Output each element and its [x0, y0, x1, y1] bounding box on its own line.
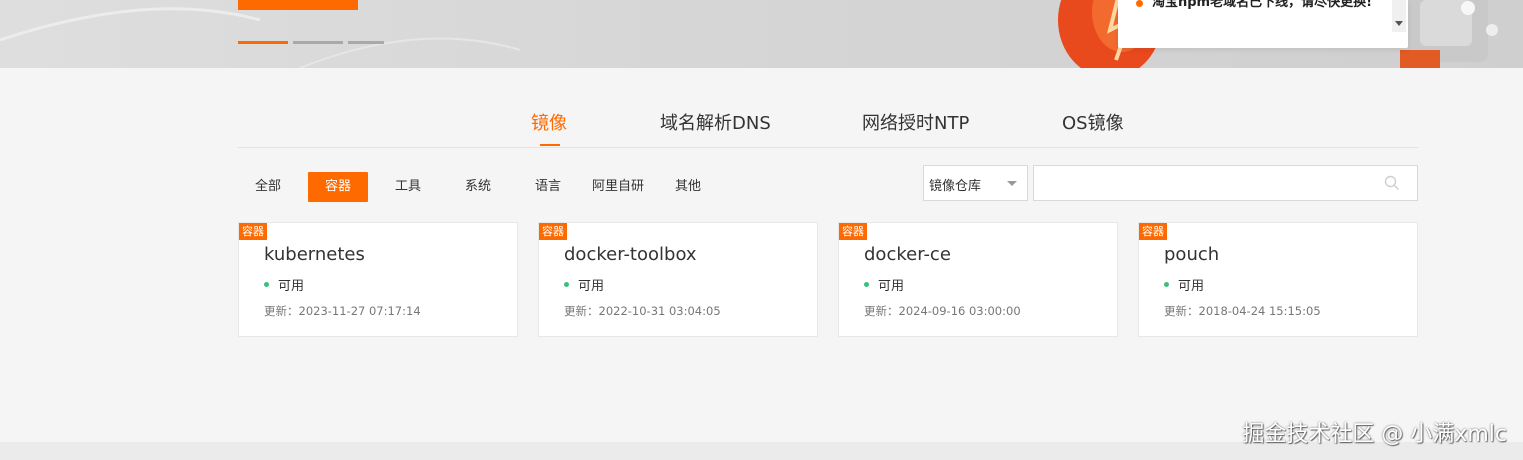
- card-title[interactable]: docker-toolbox: [564, 244, 697, 265]
- updated-time: 更新：2023-11-27 07:17:14: [264, 304, 421, 318]
- status-dot-icon: [1164, 282, 1169, 287]
- status-text: 可用: [578, 279, 605, 294]
- filter-system[interactable]: 系统: [458, 172, 498, 202]
- banner-cta-button[interactable]: [238, 0, 358, 10]
- notice-panel: 淘宝npm老域名已下线，请尽快更换!: [1118, 0, 1408, 48]
- search-input[interactable]: [1034, 166, 1374, 200]
- mirror-card-docker-toolbox[interactable]: 容器 docker-toolbox 可用 更新：2022-10-31 03:04…: [538, 222, 818, 337]
- status-badge: 可用: [264, 275, 304, 294]
- notice-bullet-icon: [1136, 0, 1143, 7]
- chevron-down-icon: [1007, 181, 1017, 186]
- status-dot-icon: [264, 282, 269, 287]
- carousel-indicators: [238, 41, 384, 44]
- status-badge: 可用: [1164, 275, 1204, 294]
- status-text: 可用: [878, 279, 905, 294]
- mirror-card-docker-ce[interactable]: 容器 docker-ce 可用 更新：2024-09-16 03:00:00: [838, 222, 1118, 337]
- card-title[interactable]: docker-ce: [864, 244, 951, 265]
- filter-tools[interactable]: 工具: [388, 172, 428, 202]
- category-tag: 容器: [239, 223, 267, 240]
- tab-ntp[interactable]: 网络授时NTP: [862, 109, 969, 135]
- carousel-dot-1[interactable]: [238, 41, 288, 44]
- tab-mirror[interactable]: 镜像: [531, 109, 567, 135]
- status-badge: 可用: [564, 275, 604, 294]
- updated-time: 更新：2022-10-31 03:04:05: [564, 304, 721, 318]
- robot-illustration: [1400, 0, 1498, 68]
- mirror-card-kubernetes[interactable]: 容器 kubernetes 可用 更新：2023-11-27 07:17:14: [238, 222, 518, 337]
- carousel-dot-2[interactable]: [293, 41, 343, 44]
- category-tag: 容器: [1139, 223, 1167, 240]
- updated-time: 更新：2018-04-24 15:15:05: [1164, 304, 1321, 318]
- filter-language[interactable]: 语言: [528, 172, 568, 202]
- tab-os-mirror[interactable]: OS镜像: [1062, 109, 1124, 135]
- search-box: [1033, 165, 1418, 201]
- scroll-down-arrow-icon[interactable]: [1395, 21, 1403, 26]
- watermark: 掘金技术社区 @ 小满xmlc: [1242, 422, 1507, 447]
- category-tag: 容器: [839, 223, 867, 240]
- notice-text[interactable]: 淘宝npm老域名已下线，请尽快更换!: [1152, 0, 1382, 14]
- status-dot-icon: [564, 282, 569, 287]
- card-title[interactable]: pouch: [1164, 244, 1219, 265]
- category-tag: 容器: [539, 223, 567, 240]
- mirror-card-pouch[interactable]: 容器 pouch 可用 更新：2018-04-24 15:15:05: [1138, 222, 1418, 337]
- tab-dns[interactable]: 域名解析DNS: [660, 109, 771, 135]
- carousel-dot-3[interactable]: [348, 41, 384, 44]
- select-value: 镜像仓库: [929, 179, 982, 194]
- category-tabs: 镜像 域名解析DNS 网络授时NTP OS镜像: [238, 100, 1418, 148]
- updated-time: 更新：2024-09-16 03:00:00: [864, 304, 1021, 318]
- filter-alibaba[interactable]: 阿里自研: [586, 172, 650, 202]
- filter-other[interactable]: 其他: [668, 172, 708, 202]
- card-title[interactable]: kubernetes: [264, 244, 365, 265]
- notice-scrollbar[interactable]: [1392, 0, 1406, 32]
- status-dot-icon: [864, 282, 869, 287]
- filter-all[interactable]: 全部: [248, 172, 288, 202]
- repository-type-select[interactable]: 镜像仓库: [923, 165, 1028, 201]
- filter-container[interactable]: 容器: [308, 172, 368, 202]
- search-icon[interactable]: [1384, 175, 1400, 191]
- status-text: 可用: [1178, 279, 1205, 294]
- status-badge: 可用: [864, 275, 904, 294]
- active-tab-indicator: [540, 144, 560, 146]
- status-text: 可用: [278, 279, 305, 294]
